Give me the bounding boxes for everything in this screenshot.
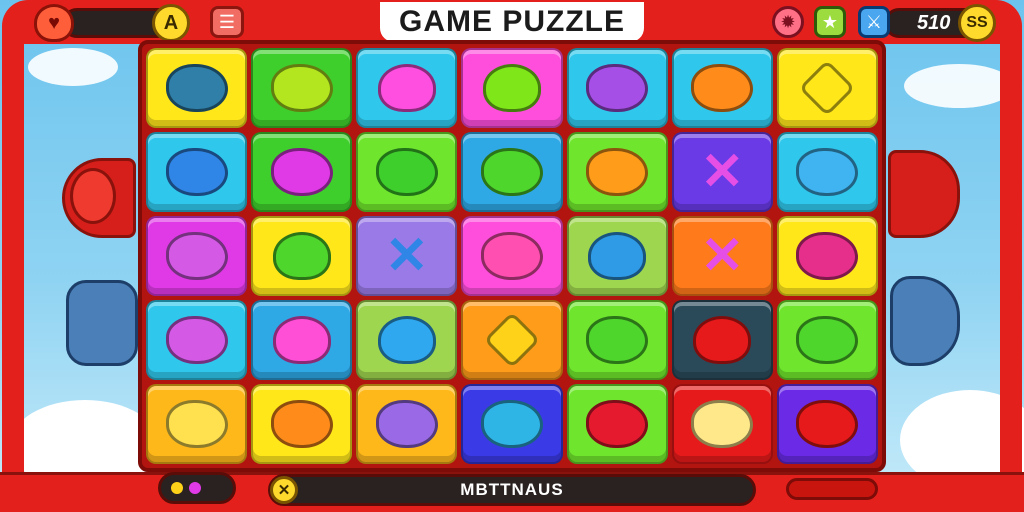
board-tile[interactable] — [356, 300, 458, 380]
right-coin-icon[interactable]: SS — [958, 4, 996, 42]
board-tile[interactable] — [566, 300, 668, 380]
cross-piece-icon: ✕ — [700, 227, 745, 285]
board-tile[interactable] — [146, 48, 248, 128]
status-bar: MBTTNAUS — [268, 474, 756, 506]
heart-piece-icon — [272, 232, 331, 280]
sword-icon[interactable]: ⚔ — [858, 6, 890, 38]
blob-piece-icon — [480, 232, 543, 280]
heart-piece-icon — [272, 316, 331, 364]
board-tile[interactable] — [566, 384, 668, 464]
board-tile[interactable] — [776, 48, 878, 128]
blob-piece-icon — [691, 400, 754, 448]
puzzle-board: ✕ ✕ ✕ — [138, 40, 886, 472]
blob-piece-icon — [796, 400, 859, 448]
blob-piece-icon — [270, 148, 333, 196]
heart-piece-icon — [377, 316, 436, 364]
page-title: GAME PUZZLE — [380, 2, 644, 42]
blob-piece-icon — [586, 316, 649, 364]
board-tile[interactable] — [566, 216, 668, 296]
cross-piece-icon: ✕ — [700, 143, 745, 201]
progress-slot — [786, 478, 878, 500]
board-tile[interactable] — [566, 132, 668, 212]
blob-piece-icon — [270, 400, 333, 448]
close-icon[interactable]: ✕ — [270, 476, 298, 504]
powerup-dot[interactable] — [189, 482, 201, 494]
board-tile[interactable] — [146, 216, 248, 296]
right-ornament — [888, 150, 960, 238]
heart-icon[interactable]: ♥ — [34, 4, 74, 42]
blob-piece-icon — [165, 400, 228, 448]
board-tile[interactable] — [461, 216, 563, 296]
board-tile[interactable] — [356, 48, 458, 128]
right-gamepad-ornament — [890, 276, 960, 366]
board-tile[interactable] — [776, 132, 878, 212]
blob-piece-icon — [796, 232, 859, 280]
left-gamepad-ornament — [66, 280, 138, 366]
board-tile[interactable] — [251, 132, 353, 212]
board-tile[interactable] — [146, 300, 248, 380]
board-tile[interactable] — [461, 48, 563, 128]
blob-piece-icon — [165, 148, 228, 196]
blob-piece-icon — [480, 400, 543, 448]
gear-icon[interactable]: ✹ — [772, 6, 804, 38]
powerup-dot[interactable] — [171, 482, 183, 494]
blob-piece-icon — [586, 148, 649, 196]
board-tile[interactable] — [776, 216, 878, 296]
blob-piece-icon — [375, 400, 438, 448]
heart-piece-icon — [482, 64, 541, 112]
board-tile[interactable] — [776, 300, 878, 380]
board-tile[interactable]: ✕ — [671, 216, 773, 296]
blob-piece-icon — [796, 148, 859, 196]
board-tile[interactable] — [356, 384, 458, 464]
board-tile[interactable] — [671, 48, 773, 128]
blob-piece-icon — [165, 316, 228, 364]
powerup-tray[interactable] — [158, 472, 236, 504]
board-tile[interactable] — [461, 300, 563, 380]
cross-piece-icon: ✕ — [385, 227, 429, 285]
blob-piece-icon — [691, 64, 754, 112]
board-tile[interactable] — [776, 384, 878, 464]
board-tile[interactable] — [566, 48, 668, 128]
blob-piece-icon — [270, 64, 333, 112]
blob-piece-icon — [586, 64, 649, 112]
gem-piece-icon — [483, 311, 541, 369]
blob-piece-icon — [375, 148, 438, 196]
heart-piece-icon — [693, 316, 752, 364]
score-value: 510 — [917, 11, 951, 34]
board-tile[interactable] — [146, 384, 248, 464]
blob-piece-icon — [165, 232, 228, 280]
heart-piece-icon — [377, 64, 436, 112]
left-ornament-face — [70, 168, 116, 224]
blob-piece-icon — [165, 64, 228, 112]
board-tile[interactable]: ✕ — [671, 132, 773, 212]
menu-icon: ☰ — [218, 11, 236, 32]
board-tile[interactable] — [251, 216, 353, 296]
board-tile[interactable]: ✕ — [356, 216, 458, 296]
menu-button[interactable]: ☰ — [210, 6, 244, 38]
status-text: MBTTNAUS — [460, 480, 564, 499]
board-tile[interactable] — [671, 300, 773, 380]
blob-piece-icon — [796, 316, 859, 364]
board-tile[interactable] — [671, 384, 773, 464]
top-bar: ♥ A ☰ GAME PUZZLE ✹ ★ 510 ⚔ SS — [0, 0, 1024, 44]
gem-piece-icon — [799, 59, 856, 117]
board-tile[interactable] — [461, 132, 563, 212]
left-coin-icon[interactable]: A — [152, 4, 190, 42]
board-tile[interactable] — [251, 300, 353, 380]
board-tile[interactable] — [461, 384, 563, 464]
board-tile[interactable] — [251, 48, 353, 128]
blob-piece-icon — [586, 400, 649, 448]
board-tile[interactable] — [146, 132, 248, 212]
heart-piece-icon — [588, 232, 647, 280]
board-tile[interactable] — [356, 132, 458, 212]
blob-piece-icon — [480, 148, 543, 196]
star-icon[interactable]: ★ — [814, 6, 846, 38]
board-tile[interactable] — [251, 384, 353, 464]
